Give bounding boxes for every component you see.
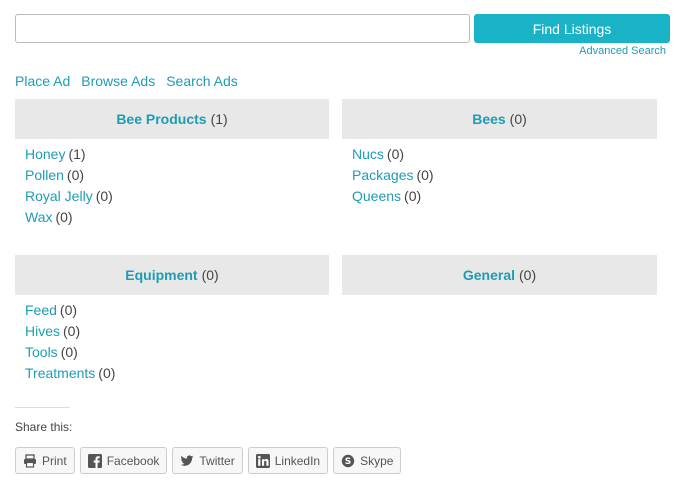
subcategory-item: Feed (0) [25,300,329,321]
svg-text:S: S [345,457,351,467]
search-input[interactable] [15,14,470,43]
category-count: (0) [201,267,219,283]
browse-ads-link[interactable]: Browse Ads [81,72,155,90]
subcategory-link-feed[interactable]: Feed [25,302,57,318]
subcategory-item: Wax (0) [25,207,329,228]
advanced-search-link[interactable]: Advanced Search [579,45,666,57]
share-label: Print [42,453,67,468]
subcategory-link-nucs[interactable]: Nucs [352,146,384,162]
subcategory-link-honey[interactable]: Honey [25,146,65,162]
share-facebook-button[interactable]: Facebook [79,447,168,474]
category-count: (1) [210,111,228,127]
subcategory-link-pollen[interactable]: Pollen [25,167,64,183]
share-label: Twitter [199,453,235,468]
subcategory-item: Tools (0) [25,342,329,363]
category-name: Bees [472,111,506,127]
subcategory-count: (0) [60,344,78,360]
subcategory-link-hives[interactable]: Hives [25,323,60,339]
subcategory-item: Treatments (0) [25,363,329,384]
category-header: Bee Products (1) [15,99,329,139]
share-label: LinkedIn [274,453,321,468]
category-header: Equipment (0) [15,255,329,295]
print-icon [23,453,37,468]
classifieds-nav: Place Ad Browse Ads Search Ads [15,72,238,90]
category-link-general[interactable]: General [463,267,515,283]
subcategory-count: (0) [98,365,116,381]
subcategory-item: Pollen (0) [25,165,329,186]
share-label: Facebook [106,453,160,468]
category-link-equipment[interactable]: Equipment [125,267,197,283]
category-header: Bees (0) [342,99,657,139]
subcategory-item: Packages (0) [352,165,657,186]
subcategory-item: Hives (0) [25,321,329,342]
category-link-bees[interactable]: Bees [472,111,505,127]
share-linkedin-button[interactable]: LinkedIn [247,447,329,474]
subcategory-link-treatments[interactable]: Treatments [25,365,95,381]
category-bees: Bees (0) Nucs (0) Packages (0) Queens (0) [342,99,657,207]
search-ads-link[interactable]: Search Ads [166,72,238,90]
linkedin-icon [255,453,270,468]
subcategory-count: (1) [68,146,86,162]
category-count: (0) [519,267,537,283]
skype-icon: S [341,454,355,468]
subcategory-count: (0) [416,167,434,183]
subcategory-list: Feed (0) Hives (0) Tools (0) Treatments (0) [15,295,329,384]
category-link-bee-products[interactable]: Bee Products [116,111,206,127]
subcategory-count: (0) [55,209,73,225]
subcategory-count: (0) [95,188,113,204]
subcategory-link-royal-jelly[interactable]: Royal Jelly [25,188,93,204]
subcategory-list: Nucs (0) Packages (0) Queens (0) [342,139,657,207]
share-label: Skype [360,453,394,468]
subcategory-link-packages[interactable]: Packages [352,167,413,183]
subcategory-item: Queens (0) [352,186,657,207]
share-twitter-button[interactable]: Twitter [172,447,243,474]
subcategory-link-queens[interactable]: Queens [352,188,401,204]
subcategory-count: (0) [404,188,422,204]
subcategory-item: Royal Jelly (0) [25,186,329,207]
category-general: General (0) [342,255,657,295]
share-divider [15,407,70,408]
subcategory-link-tools[interactable]: Tools [25,344,58,360]
category-name: General [462,267,515,283]
subcategory-link-wax[interactable]: Wax [25,209,52,225]
category-name: Equipment [125,267,198,283]
facebook-icon [87,453,102,468]
subcategory-list: Honey (1) Pollen (0) Royal Jelly (0) Wax (0) [15,139,329,228]
subcategory-count: (0) [63,323,81,339]
category-header: General (0) [342,255,657,295]
share-title: Share this: [15,420,73,434]
category-name: Bee Products [116,111,207,127]
subcategory-count: (0) [66,167,85,183]
find-listings-button[interactable]: Find Listings [474,14,670,43]
category-count: (0) [509,111,527,127]
share-buttons: Print Facebook Twitter LinkedIn S Skype [15,447,402,474]
share-skype-button[interactable]: S Skype [333,447,402,474]
subcategory-count: (0) [59,302,78,318]
place-ad-link[interactable]: Place Ad [15,72,70,90]
subcategory-item: Honey (1) [25,144,329,165]
category-equipment: Equipment (0) Feed (0) Hives (0) Tools (0) … [15,255,329,384]
subcategory-item: Nucs (0) [352,144,657,165]
twitter-icon [180,454,194,468]
category-bee-products: Bee Products (1) Honey (1) Pollen (0) Roya… [15,99,329,228]
share-print-button[interactable]: Print [15,447,75,474]
subcategory-count: (0) [386,146,405,162]
